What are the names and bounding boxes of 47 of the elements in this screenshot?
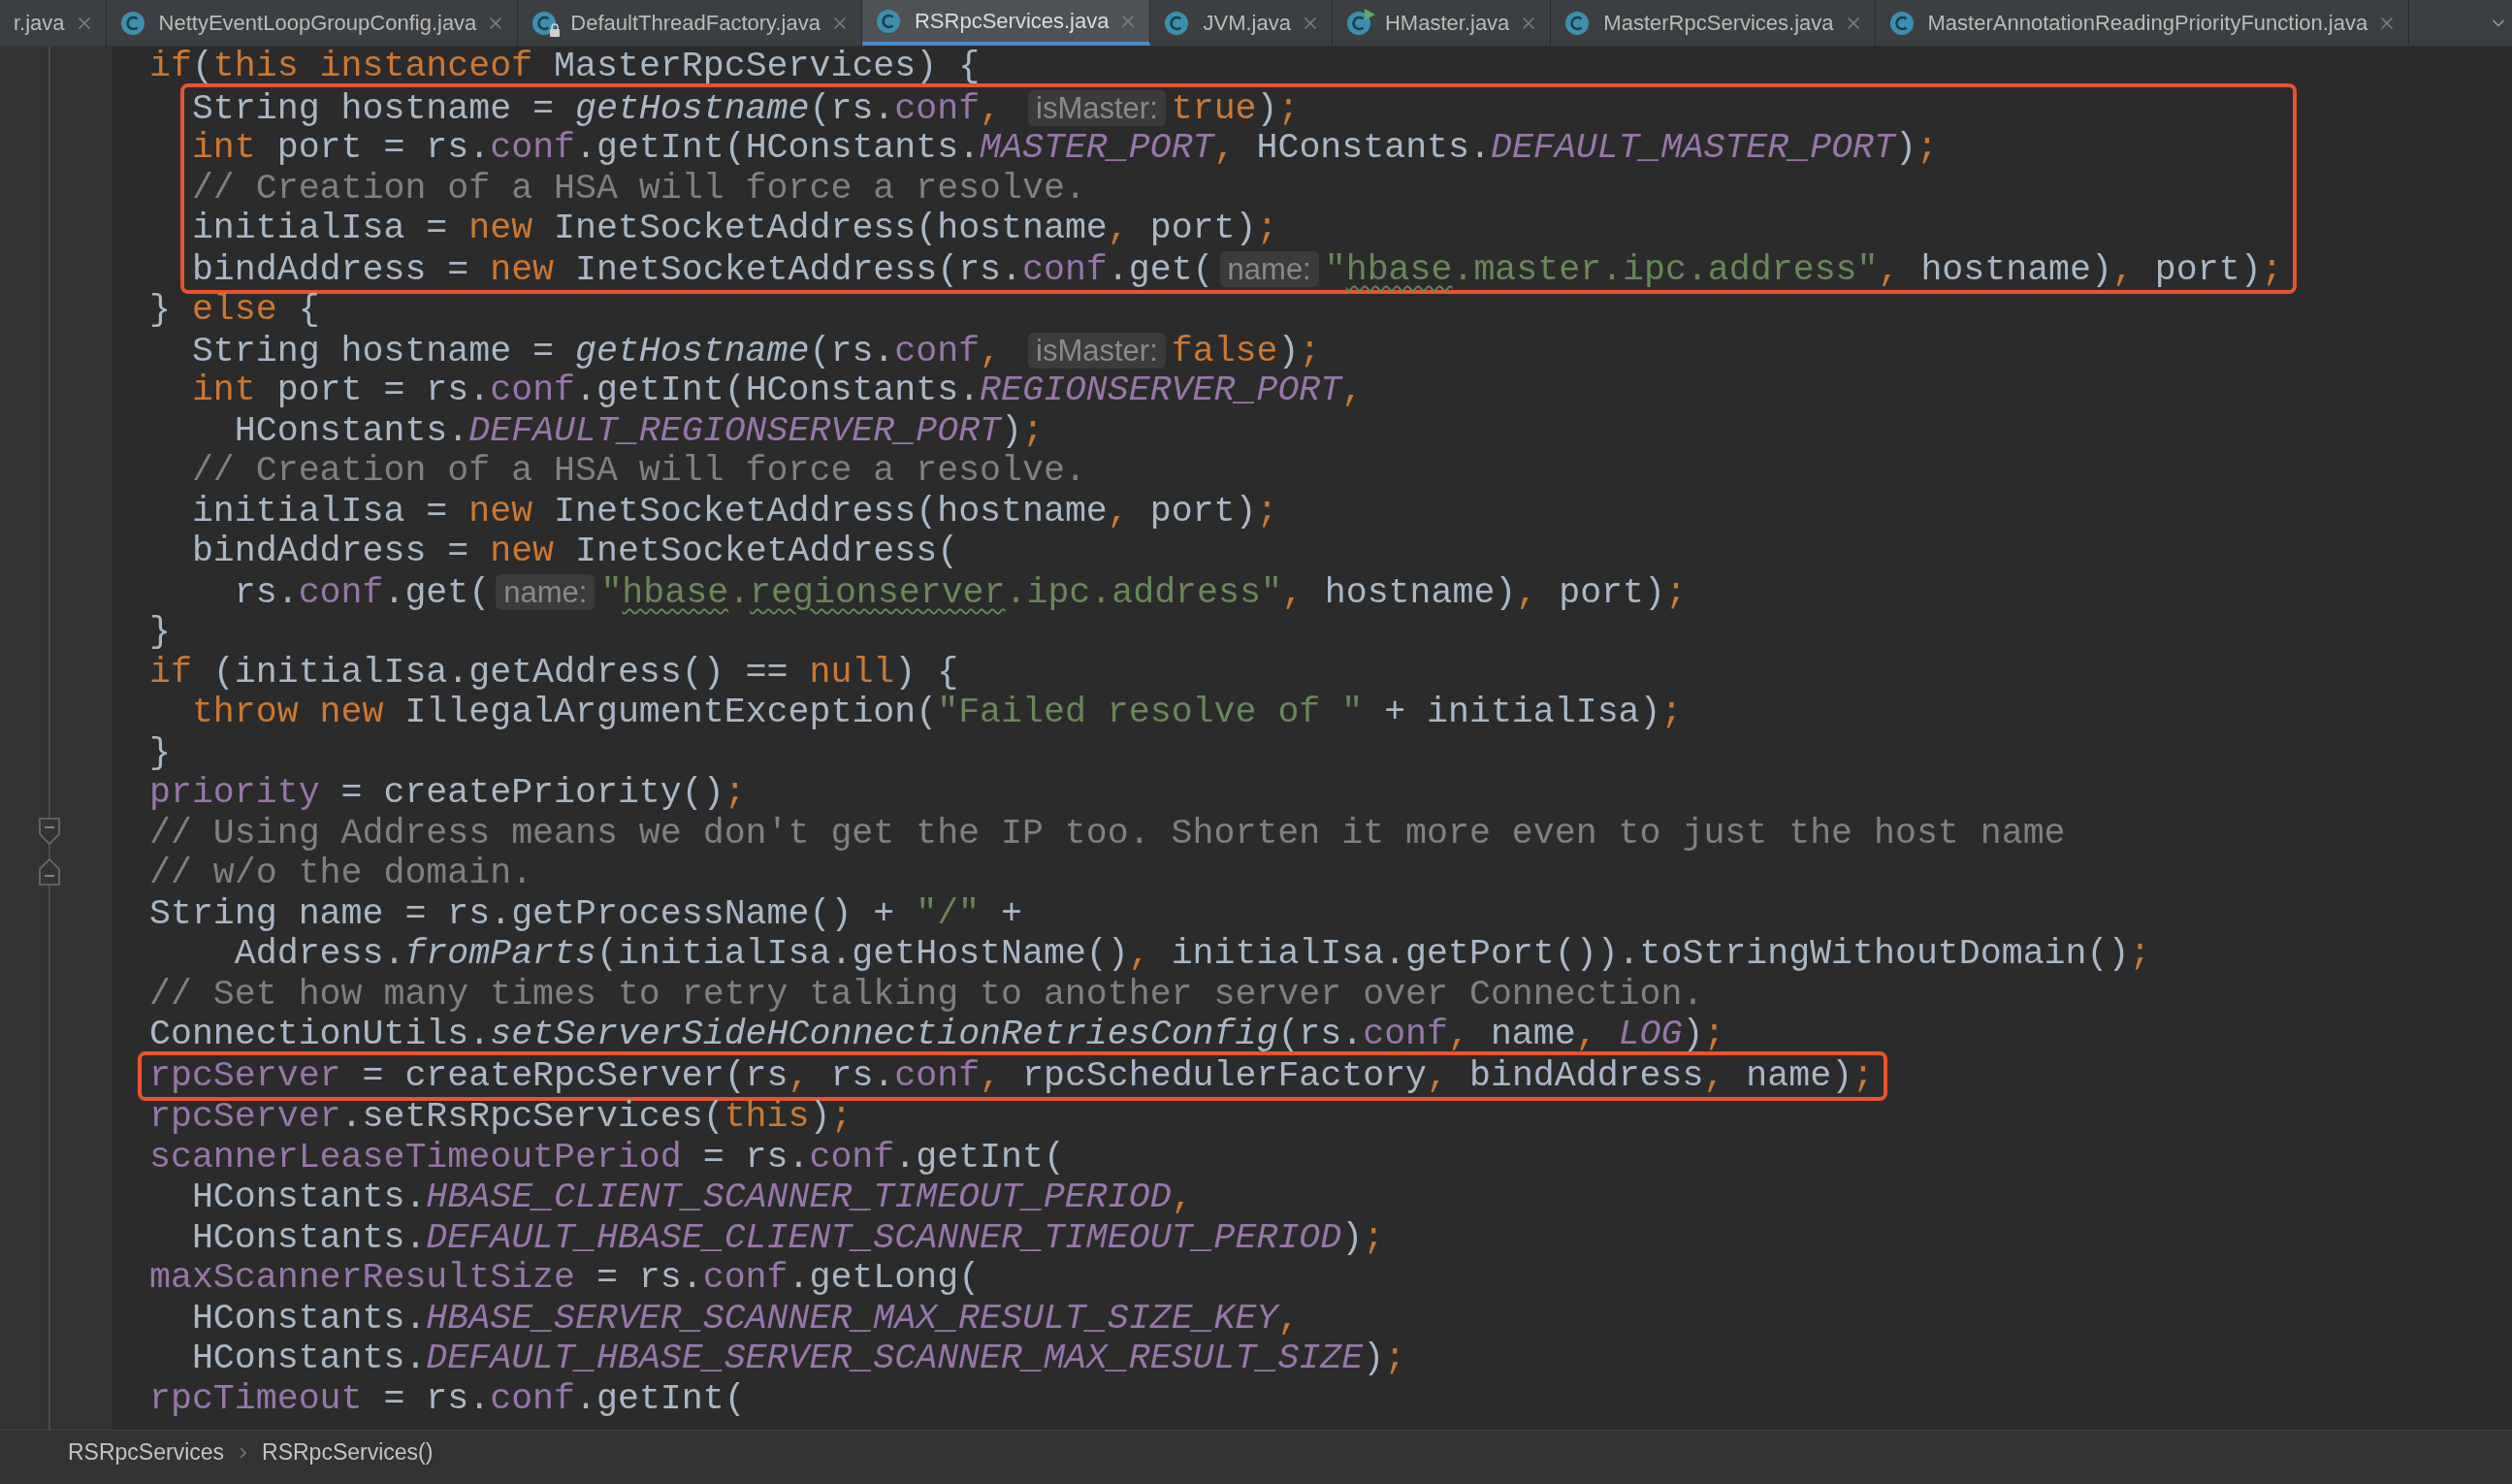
code-line: priority = createPriority(); <box>149 773 746 814</box>
code-line: // Creation of a HSA will force a resolve. <box>190 451 1086 492</box>
breadcrumb-item[interactable]: RSRpcServices <box>68 1436 225 1469</box>
code-line: String hostname = getHostname(rs.conf, isMaster: false); <box>190 330 1321 371</box>
code-line: HConstants.DEFAULT_HBASE_SERVER_SCANNER_MAX_RESULT_SIZE); <box>190 1339 1406 1379</box>
editor-tab[interactable]: r.java <box>0 0 107 46</box>
code-line: bindAddress = new InetSocketAddress(rs.conf.get( name: "hbase.master.ipc.address", hostname), port); <box>191 248 2283 289</box>
code-line: // w/o the domain. <box>149 854 533 894</box>
code-line: initialIsa = new InetSocketAddress(hostname, port); <box>191 209 1278 249</box>
code-line: int port = rs.conf.getInt(HConstants.REGIONSERVER_PORT, <box>190 371 1364 411</box>
code-line: Address.fromParts(initialIsa.getHostName(), initialIsa.getPort()).toStringWithoutDomain(); <box>233 934 2151 975</box>
code-line: if(this instanceof MasterRpcServices) { <box>149 47 981 87</box>
code-line: // Creation of a HSA will force a resolve. <box>191 168 1086 209</box>
code-line: initialIsa = new InetSocketAddress(hostname, port); <box>190 491 1278 532</box>
code-line: if (initialIsa.getAddress() == null) { <box>149 652 959 693</box>
code-line: maxScannerResultSize = rs.conf.getLong( <box>149 1258 981 1299</box>
code-line: String hostname = getHostname(rs.conf, isMaster: true); <box>191 87 1300 128</box>
code-line: HConstants.HBASE_CLIENT_SCANNER_TIMEOUT_PERIOD, <box>190 1178 1193 1218</box>
editor-tab[interactable]: MasterAnnotationReadingPriorityFunction.java <box>1875 0 2410 46</box>
code-line: rs.conf.get( name: "hbase.regionserver.ipc.address", hostname), port); <box>233 571 1687 612</box>
code-line: } <box>149 612 171 653</box>
fold-marker-icon[interactable] <box>39 857 60 886</box>
code-line: // Using Address means we don't get the IP too. Shorten it more even to just the host name <box>149 813 2066 854</box>
editor-tab[interactable]: NettyEventLoopGroupConfig.java <box>106 0 519 46</box>
code-line: } <box>149 732 171 773</box>
editor-tab[interactable]: DefaultThreadFactory.java <box>518 0 862 46</box>
code-line: rpcServer = createRpcServer(rs, rs.conf, rpcSchedulerFactory, bindAddress, name); <box>149 1055 1875 1096</box>
editor-tab[interactable]: MasterRpcServices.java <box>1551 0 1876 46</box>
code-line: } else { <box>149 290 320 331</box>
editor-tab[interactable]: RSRpcServices.java <box>861 0 1151 46</box>
code-line: ConnectionUtils.setServerSideHConnectionRetriesConfig(rs.conf, name, LOG); <box>149 1015 1725 1055</box>
code-line: int port = rs.conf.getInt(HConstants.MASTER_PORT, HConstants.DEFAULT_MASTER_PORT); <box>191 128 1938 169</box>
breadcrumb-item[interactable]: RSRpcServices() <box>262 1436 434 1469</box>
code-line: scannerLeaseTimeoutPeriod = rs.conf.getInt( <box>149 1137 1065 1178</box>
chevron-icon <box>240 1446 247 1459</box>
code-line: throw new IllegalArgumentException("Failed resolve of " + initialIsa); <box>190 693 1683 733</box>
editor-tab[interactable]: JVM.java <box>1150 0 1333 46</box>
fold-marker-icon[interactable] <box>39 818 60 846</box>
code-line: // Set how many times to retry talking to another server over Connection. <box>149 974 1704 1015</box>
editor-tab[interactable]: HMaster.java <box>1332 0 1552 46</box>
code-line: rpcTimeout = rs.conf.getInt( <box>149 1378 746 1419</box>
code-line: bindAddress = new InetSocketAddress( <box>190 532 959 572</box>
code-line: String name = rs.getProcessName() + "/" + <box>149 893 1022 934</box>
code-line: HConstants.DEFAULT_REGIONSERVER_PORT); <box>233 410 1044 451</box>
code-line: HConstants.HBASE_SERVER_SCANNER_MAX_RESULT_SIZE_KEY, <box>190 1298 1300 1339</box>
code-line: HConstants.DEFAULT_HBASE_CLIENT_SCANNER_TIMEOUT_PERIOD); <box>190 1217 1385 1258</box>
code-line: rpcServer.setRsRpcServices(this); <box>149 1097 853 1138</box>
